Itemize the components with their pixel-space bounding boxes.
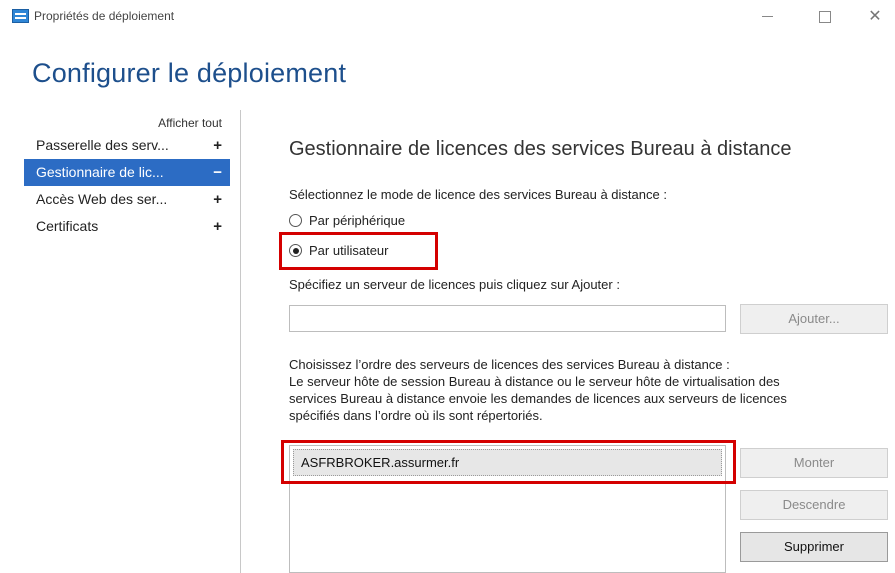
- maximize-button[interactable]: [810, 6, 840, 28]
- sidebar-item-label: Certificats: [36, 218, 99, 234]
- sidebar-item-label: Gestionnaire de lic...: [36, 164, 164, 180]
- sidebar-item-web-access[interactable]: Accès Web des ser... +: [24, 186, 230, 213]
- window-title: Propriétés de déploiement: [34, 9, 175, 23]
- sidebar-divider: [240, 110, 241, 573]
- highlight-box-server: [281, 440, 736, 484]
- highlight-box-per-user: [279, 232, 438, 270]
- license-server-prompt: Spécifiez un serveur de licences puis cl…: [289, 277, 620, 292]
- sidebar-item-gateway[interactable]: Passerelle des serv... +: [24, 132, 230, 159]
- sidebar-item-certificates[interactable]: Certificats +: [24, 213, 230, 240]
- server-icon: [12, 9, 29, 23]
- title-bar: Propriétés de déploiement ✕: [0, 0, 895, 34]
- move-up-button[interactable]: Monter: [740, 448, 888, 478]
- radio-per-device[interactable]: Par périphérique: [289, 213, 405, 228]
- collapse-icon: −: [213, 164, 222, 181]
- close-button[interactable]: ✕: [860, 6, 890, 28]
- maximize-icon: [819, 10, 831, 23]
- licensing-mode-prompt: Sélectionnez le mode de licence des serv…: [289, 187, 667, 202]
- page-title: Configurer le déploiement: [32, 58, 347, 88]
- description-line: Le serveur hôte de session Bureau à dist…: [289, 374, 780, 389]
- close-icon: ✕: [868, 8, 882, 25]
- section-title: Gestionnaire de licences des services Bu…: [289, 138, 792, 160]
- sidebar-item-license-manager[interactable]: Gestionnaire de lic... −: [24, 159, 230, 186]
- sidebar-item-label: Passerelle des serv...: [36, 137, 169, 153]
- description-line: services Bureau à distance envoie les de…: [289, 391, 787, 406]
- show-all-link[interactable]: Afficher tout: [130, 116, 222, 130]
- sidebar-item-label: Accès Web des ser...: [36, 191, 168, 207]
- delete-button[interactable]: Supprimer: [740, 532, 888, 562]
- add-button[interactable]: Ajouter...: [740, 304, 888, 334]
- expand-icon: +: [213, 137, 222, 154]
- radio-button[interactable]: [289, 214, 302, 227]
- description-line: Choisissez l’ordre des serveurs de licen…: [289, 357, 730, 372]
- minimize-icon: [761, 16, 773, 18]
- minimize-button[interactable]: [752, 6, 782, 28]
- move-down-button[interactable]: Descendre: [740, 490, 888, 520]
- description-line: spécifiés dans l’ordre où ils sont réper…: [289, 408, 543, 423]
- license-server-input[interactable]: [289, 305, 726, 332]
- expand-icon: +: [213, 218, 222, 235]
- radio-label: Par périphérique: [309, 213, 406, 228]
- server-order-description: Choisissez l’ordre des serveurs de licen…: [289, 356, 869, 424]
- expand-icon: +: [213, 191, 222, 208]
- sidebar-nav: Passerelle des serv... + Gestionnaire de…: [24, 132, 230, 240]
